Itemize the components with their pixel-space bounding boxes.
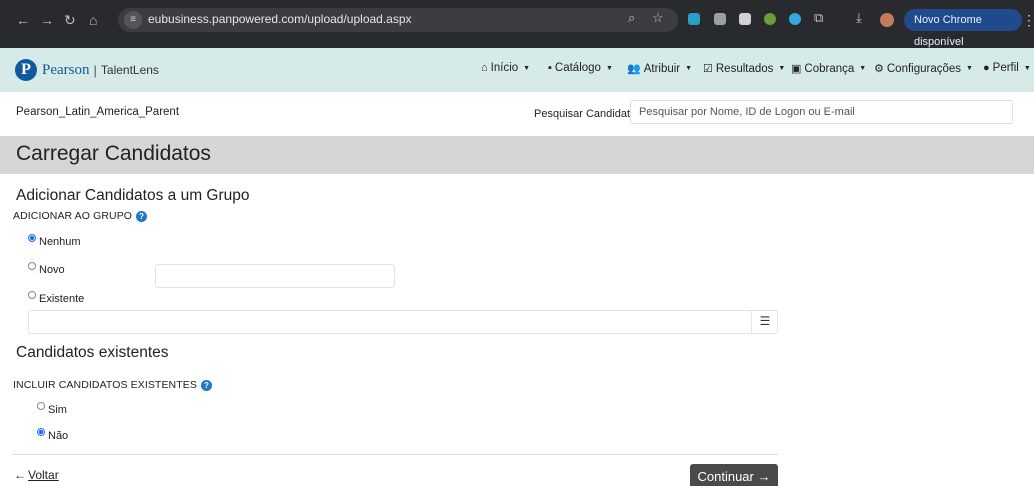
radio-button[interactable]: [28, 262, 36, 270]
pearson-logo[interactable]: P Pearson | TalentLens: [15, 58, 159, 82]
users-icon: 👥: [627, 63, 641, 75]
gears-icon: ⚙: [874, 63, 884, 75]
pearson-p-icon: P: [15, 59, 37, 81]
list-icon[interactable]: ☰: [751, 310, 778, 333]
site-header: P Pearson | TalentLens ⌂ Início ▼ ▪ Catál…: [0, 48, 1034, 92]
money-icon: ▣: [791, 63, 802, 75]
kebab-menu-icon[interactable]: ⋮: [1022, 9, 1034, 31]
page-title-band: Carregar Candidatos: [0, 136, 1034, 174]
caret-down-icon: ▼: [1023, 64, 1031, 72]
add-to-group-label: ADICIONAR AO GRUPO?: [13, 210, 148, 222]
caret-down-icon: ▼: [605, 64, 613, 72]
bubble-extension-icon[interactable]: [789, 13, 801, 25]
book-icon: ▪: [548, 62, 552, 74]
reload-icon[interactable]: ↻: [64, 10, 76, 30]
globe-extension-icon[interactable]: [764, 13, 776, 25]
left-arrow-icon: ←: [14, 468, 26, 482]
site-settings-icon[interactable]: ≡: [124, 11, 142, 29]
radio-button[interactable]: [28, 291, 36, 299]
search-candidates-input[interactable]: [630, 100, 1013, 124]
right-arrow-icon: →: [757, 469, 771, 484]
caret-down-icon: ▼: [523, 64, 531, 72]
address-bar[interactable]: ≡ eubusiness.panpowered.com/upload/uploa…: [118, 8, 678, 32]
radio-button[interactable]: [37, 402, 45, 410]
search-label: Pesquisar Candidatos: [534, 108, 642, 120]
brand-name: Pearson: [42, 61, 90, 78]
home-icon: ⌂: [481, 62, 488, 74]
new-group-input[interactable]: [155, 264, 395, 288]
account-name: Pearson_Latin_America_Parent: [16, 106, 180, 118]
radio-button[interactable]: [37, 428, 45, 436]
existing-section-heading: Candidatos existentes: [16, 344, 169, 361]
bookmark-star-icon[interactable]: ☆: [652, 10, 664, 26]
qr-extension-icon[interactable]: [739, 13, 751, 25]
puzzle-icon[interactable]: ⧉: [814, 10, 823, 26]
chrome-update-button[interactable]: Novo Chrome disponível: [904, 9, 1022, 48]
check-square-icon: ☑: [703, 63, 713, 75]
radio-novo[interactable]: Novo: [28, 262, 65, 276]
menu-catalogo[interactable]: ▪ Catálogo ▼: [548, 62, 613, 74]
profile-avatar[interactable]: [880, 13, 894, 27]
radio-nao[interactable]: Não: [37, 428, 68, 442]
radio-existente[interactable]: Existente: [28, 291, 84, 305]
radio-sim[interactable]: Sim: [37, 402, 67, 416]
existing-group-input[interactable]: [28, 310, 778, 334]
menu-inicio[interactable]: ⌂ Início ▼: [481, 62, 530, 74]
home-icon[interactable]: ⌂: [89, 10, 97, 30]
menu-configuracoes[interactable]: ⚙ Configurações ▼: [874, 62, 973, 76]
back-arrow-icon[interactable]: ←: [16, 10, 30, 30]
browser-chrome: ← → ↻ ⌂ ≡ eubusiness.panpowered.com/uplo…: [0, 0, 1034, 48]
menu-atribuir[interactable]: 👥 Atribuir ▼: [627, 62, 693, 76]
divider: [12, 454, 778, 455]
group-section-heading: Adicionar Candidatos a um Grupo: [16, 187, 250, 204]
menu-resultados[interactable]: ☑ Resultados ▼: [703, 62, 786, 76]
caret-down-icon: ▼: [966, 65, 973, 72]
continue-button[interactable]: Continuar →: [690, 464, 778, 486]
camera-extension-icon[interactable]: [714, 13, 726, 25]
back-link[interactable]: ← Voltar: [14, 468, 59, 482]
zoom-icon[interactable]: ⌕: [628, 10, 635, 26]
caret-down-icon: ▼: [859, 65, 867, 72]
help-icon[interactable]: ?: [136, 210, 148, 222]
caret-down-icon: ▼: [778, 65, 786, 72]
help-icon[interactable]: ?: [200, 379, 212, 391]
user-icon: ●: [983, 62, 990, 74]
page-title: Carregar Candidatos: [16, 142, 211, 165]
radio-nenhum[interactable]: Nenhum: [28, 234, 81, 248]
include-existing-label: INCLUIR CANDIDATOS EXISTENTES?: [13, 379, 212, 391]
radio-button[interactable]: [28, 234, 36, 242]
extension-icon[interactable]: [688, 13, 700, 25]
forward-arrow-icon[interactable]: →: [40, 10, 54, 30]
menu-perfil[interactable]: ● Perfil ▼: [983, 62, 1031, 74]
url-text: eubusiness.panpowered.com/upload/upload.…: [148, 12, 412, 26]
caret-down-icon: ▼: [685, 65, 693, 72]
menu-cobranca[interactable]: ▣ Cobrança ▼: [791, 62, 867, 76]
brand-sub: TalentLens: [100, 63, 159, 77]
download-icon[interactable]: ⤓: [856, 10, 862, 26]
